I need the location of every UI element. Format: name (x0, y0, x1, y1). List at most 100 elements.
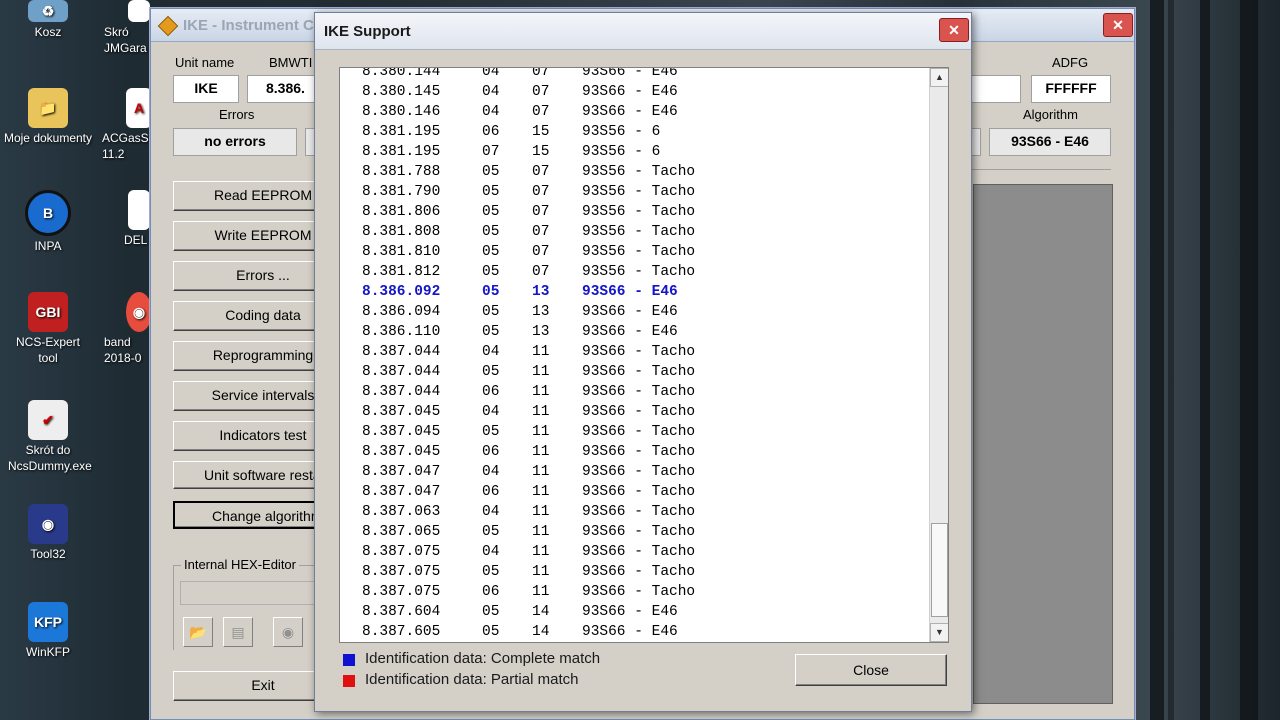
list-item[interactable]: 8.387.044 04 11 93S66 - Tacho (340, 342, 926, 362)
part-number-cell: 8.387.065 (362, 524, 441, 540)
list-item[interactable]: 8.380.144 04 07 93S66 - E46 (340, 67, 926, 82)
list-item[interactable]: 8.381.195 06 15 93S56 - 6 (340, 122, 926, 142)
part-number-cell: 8.386.110 (362, 324, 441, 340)
save-button[interactable]: ▤ (223, 617, 253, 647)
desktop-icon-ncs-expert[interactable]: GBI NCS-Expert tool (0, 292, 96, 366)
desktop-icon-band[interactable]: ◉ band 2018-0 (100, 292, 150, 366)
partial-match-swatch (343, 675, 355, 687)
app-icon (157, 15, 179, 37)
vertical-scrollbar[interactable]: ▲ ▼ (929, 68, 948, 642)
dialog-close-button[interactable]: ✕ (939, 18, 969, 42)
hw-cell: 06 (482, 384, 500, 400)
dialog-titlebar: IKE Support ✕ (315, 13, 971, 50)
main-close-button[interactable]: ✕ (1103, 13, 1133, 37)
part-number-cell: 8.387.047 (362, 484, 441, 500)
desktop-icon-tool32[interactable]: ◉ Tool32 (0, 504, 96, 562)
bmwti-label: BMWTI (269, 55, 313, 70)
algorithm-cell: 93S66 - E46 (582, 324, 678, 340)
sw-cell: 07 (532, 264, 550, 280)
scroll-up-button[interactable]: ▲ (930, 68, 948, 87)
preview-panel (973, 184, 1113, 704)
identification-list[interactable]: 8.380.144 04 07 93S66 - E46 8.380.145 04 07 93S… (339, 67, 949, 643)
list-item[interactable]: 8.387.063 04 11 93S66 - Tacho (340, 502, 926, 522)
desktop-icon-acgas[interactable]: A ACGasS 11.2 (100, 88, 150, 162)
desktop-icon-inpa[interactable]: B INPA (0, 190, 96, 254)
part-number-cell: 8.381.810 (362, 244, 441, 260)
list-item[interactable]: 8.386.094 05 13 93S66 - E46 (340, 302, 926, 322)
algorithm-cell: 93S66 - Tacho (582, 384, 696, 400)
list-item[interactable]: 8.387.075 06 11 93S66 - Tacho (340, 582, 926, 602)
hw-cell: 04 (482, 544, 500, 560)
open-folder-button[interactable]: 📂 (183, 617, 213, 647)
sw-cell: 11 (532, 364, 550, 380)
desktop-icon-winkfp[interactable]: KFP WinKFP (0, 602, 96, 660)
list-item[interactable]: 8.387.045 06 11 93S66 - Tacho (340, 442, 926, 462)
algorithm-cell: 93S56 - Tacho (582, 264, 696, 280)
scroll-thumb[interactable] (931, 523, 948, 617)
adfg-field-left[interactable] (971, 75, 1021, 103)
list-item[interactable]: 8.386.110 05 13 93S66 - E46 (340, 322, 926, 342)
sw-cell: 07 (532, 184, 550, 200)
errors-field: no errors (173, 128, 297, 156)
find-button[interactable]: ◉ (273, 617, 303, 647)
desktop-icon-documents[interactable]: 📁 Moje dokumenty (0, 88, 96, 146)
tree-trunk (1200, 0, 1210, 720)
ncs-icon: GBI (28, 292, 68, 332)
close-button[interactable]: Close (795, 654, 947, 686)
desktop-icon-label: Kosz (34, 25, 62, 39)
sw-cell: 15 (532, 144, 550, 160)
list-item[interactable]: 8.387.075 05 11 93S66 - Tacho (340, 562, 926, 582)
algorithm-cell: 93S66 - Tacho (582, 364, 696, 380)
part-number-cell: 8.387.075 (362, 564, 441, 580)
adfg-field[interactable]: FFFFFF (1031, 75, 1111, 103)
algorithm-cell: 93S66 - Tacho (582, 464, 696, 480)
algorithm-cell: 93S66 - Tacho (582, 404, 696, 420)
list-item[interactable]: 8.386.092 05 13 93S66 - E46 (340, 282, 926, 302)
list-item[interactable]: 8.381.195 07 15 93S56 - 6 (340, 142, 926, 162)
hw-cell: 06 (482, 444, 500, 460)
desktop-icon-label: WinKFP (25, 645, 70, 659)
list-item[interactable]: 8.387.065 05 11 93S66 - Tacho (340, 522, 926, 542)
list-item[interactable]: 8.381.788 05 07 93S56 - Tacho (340, 162, 926, 182)
list-item[interactable]: 8.381.806 05 07 93S56 - Tacho (340, 202, 926, 222)
algorithm-cell: 93S56 - 6 (582, 124, 661, 140)
list-item[interactable]: 8.387.075 04 11 93S66 - Tacho (340, 542, 926, 562)
list-item[interactable]: 8.381.790 05 07 93S56 - Tacho (340, 182, 926, 202)
part-number-cell: 8.381.812 (362, 264, 441, 280)
sw-cell: 07 (532, 104, 550, 120)
hw-cell: 04 (482, 67, 500, 80)
complete-match-legend: Identification data: Complete match (365, 650, 601, 667)
list-item[interactable]: 8.387.045 04 11 93S66 - Tacho (340, 402, 926, 422)
desktop-icon-del[interactable]: DEL (100, 190, 150, 248)
algorithm-cell: 93S56 - Tacho (582, 244, 696, 260)
list-item[interactable]: 8.380.145 04 07 93S66 - E46 (340, 82, 926, 102)
list-item[interactable]: 8.387.605 05 14 93S66 - E46 (340, 622, 926, 642)
scroll-down-button[interactable]: ▼ (930, 623, 948, 642)
algorithm-cell: 93S66 - E46 (582, 304, 678, 320)
part-number-cell: 8.387.044 (362, 344, 441, 360)
part-number-cell: 8.387.045 (362, 424, 441, 440)
right-separator (971, 169, 1111, 170)
desktop-icon-recycle-bin[interactable]: ♻ Kosz (0, 0, 96, 40)
list-item[interactable]: 8.387.044 05 11 93S66 - Tacho (340, 362, 926, 382)
list-item[interactable]: 8.387.045 05 11 93S66 - Tacho (340, 422, 926, 442)
desktop-icon-jmgarage[interactable]: Skró JMGara (100, 0, 150, 56)
list-item[interactable]: 8.387.044 06 11 93S66 - Tacho (340, 382, 926, 402)
algorithm-cell: 93S66 - Tacho (582, 584, 696, 600)
chrome-icon: ◉ (126, 292, 150, 332)
hex-editor-input[interactable] (180, 581, 322, 605)
list-item[interactable]: 8.381.810 05 07 93S56 - Tacho (340, 242, 926, 262)
list-item[interactable]: 8.387.047 06 11 93S66 - Tacho (340, 482, 926, 502)
algorithm-cell: 93S56 - Tacho (582, 204, 696, 220)
part-number-cell: 8.381.195 (362, 124, 441, 140)
unit-name-field[interactable]: IKE (173, 75, 239, 103)
desktop-icon-ncsdummy[interactable]: ✔ Skrót do NcsDummy.exe (0, 400, 96, 474)
list-item[interactable]: 8.387.604 05 14 93S66 - E46 (340, 602, 926, 622)
list-item[interactable]: 8.381.812 05 07 93S56 - Tacho (340, 262, 926, 282)
algorithm-field: 93S66 - E46 (989, 128, 1111, 156)
hw-cell: 05 (482, 324, 500, 340)
hw-cell: 05 (482, 524, 500, 540)
list-item[interactable]: 8.381.808 05 07 93S56 - Tacho (340, 222, 926, 242)
list-item[interactable]: 8.387.047 04 11 93S66 - Tacho (340, 462, 926, 482)
list-item[interactable]: 8.380.146 04 07 93S66 - E46 (340, 102, 926, 122)
